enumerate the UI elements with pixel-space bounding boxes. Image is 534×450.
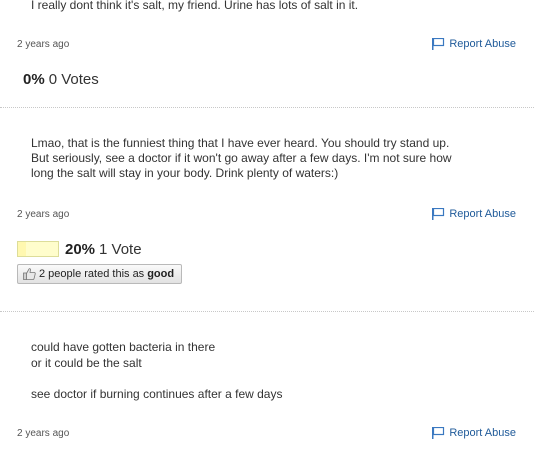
flag-icon bbox=[432, 427, 445, 439]
answer-meta: 2 years ago Report Abuse bbox=[0, 38, 534, 53]
vote-summary: 0% 0 Votes bbox=[17, 70, 99, 88]
timestamp: 2 years ago bbox=[17, 428, 70, 439]
answer-line: could have gotten bacteria in there bbox=[31, 340, 216, 354]
answer-line: But seriously, see a doctor if it won't … bbox=[31, 151, 452, 165]
report-abuse-link[interactable]: Report Abuse bbox=[431, 208, 516, 220]
report-abuse-label[interactable]: Report Abuse bbox=[449, 427, 516, 439]
answer-text: I really dont think it's salt, my friend… bbox=[31, 0, 359, 12]
report-abuse-label[interactable]: Report Abuse bbox=[449, 208, 516, 220]
rated-text: 2 people rated this as bbox=[39, 268, 145, 280]
vote-count: 0 Votes bbox=[48, 70, 99, 88]
vote-bar bbox=[17, 241, 59, 257]
answer-divider bbox=[0, 311, 534, 312]
answer-meta: 2 years ago Report Abuse bbox=[0, 208, 534, 223]
vote-percent: 20% bbox=[65, 240, 96, 258]
answer-text: Lmao, that is the funniest thing that I … bbox=[31, 136, 511, 181]
answer-meta: 2 years ago Report Abuse bbox=[0, 427, 534, 442]
thumbs-up-icon bbox=[23, 268, 36, 280]
answer-line: long the salt will stay in your body. Dr… bbox=[31, 166, 339, 180]
report-abuse-label[interactable]: Report Abuse bbox=[449, 38, 516, 50]
flag-icon bbox=[432, 208, 445, 220]
flag-icon bbox=[432, 38, 445, 50]
timestamp: 2 years ago bbox=[17, 209, 70, 220]
report-abuse-link[interactable]: Report Abuse bbox=[431, 427, 516, 439]
answer-divider bbox=[0, 107, 534, 108]
rated-good-button[interactable]: 2 people rated this as good bbox=[17, 264, 183, 284]
vote-bar-fill bbox=[18, 242, 26, 256]
answer-line bbox=[31, 371, 511, 387]
report-abuse-link[interactable]: Report Abuse bbox=[431, 38, 516, 50]
answer-line: see doctor if burning continues after a … bbox=[31, 386, 283, 401]
vote-percent: 0% bbox=[23, 70, 45, 88]
answer-line: or it could be the salt bbox=[31, 355, 142, 370]
timestamp: 2 years ago bbox=[17, 39, 70, 50]
answer-text: could have gotten bacteria in there or i… bbox=[31, 340, 511, 402]
vote-summary: 20% 1 Vote bbox=[17, 240, 142, 258]
answer-line: Lmao, that is the funniest thing that I … bbox=[31, 136, 450, 150]
vote-count: 1 Vote bbox=[99, 240, 142, 258]
rated-word: good bbox=[147, 268, 175, 280]
